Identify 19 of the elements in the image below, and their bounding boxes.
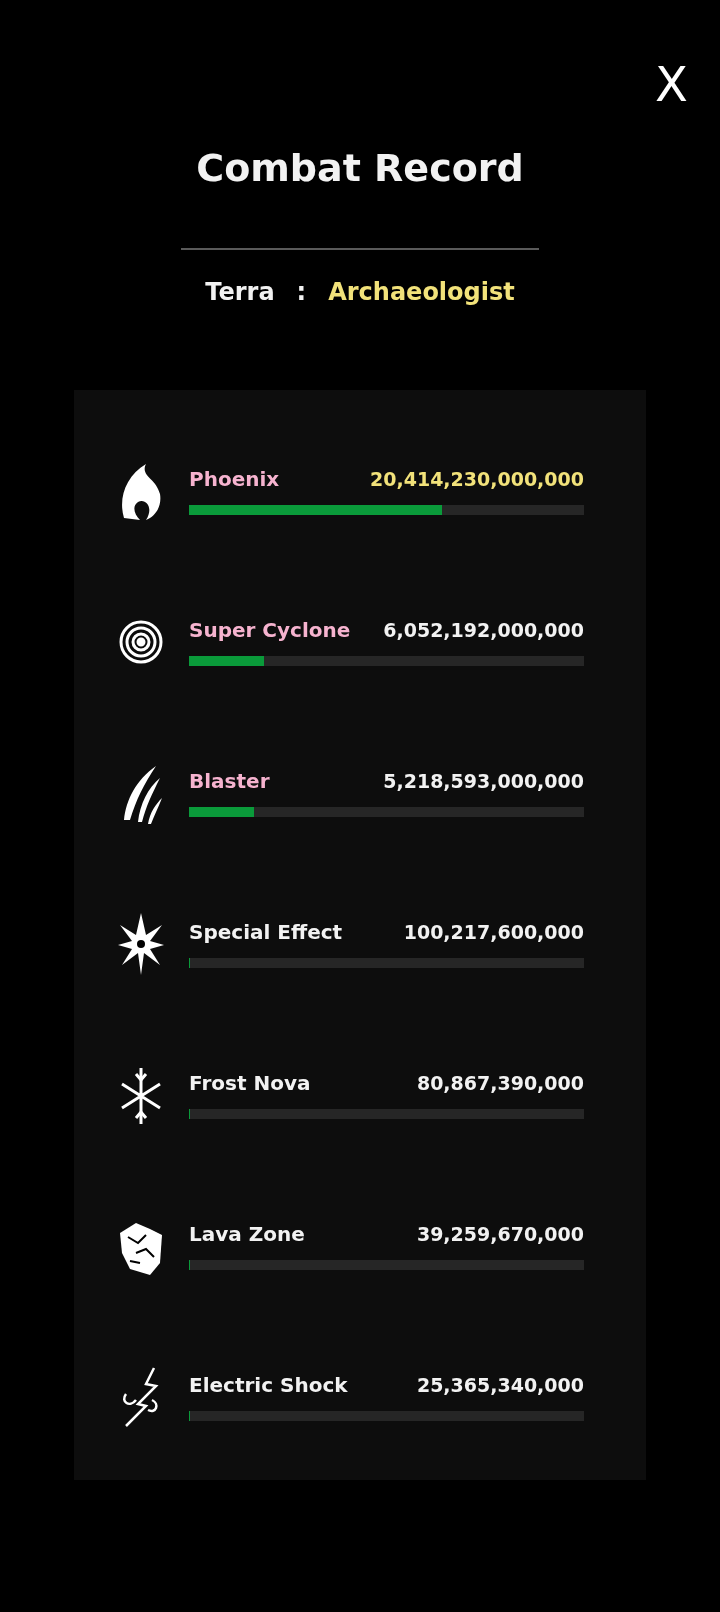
skill-name: Phoenix xyxy=(189,467,280,491)
skill-name: Super Cyclone xyxy=(189,618,351,642)
close-button[interactable]: X xyxy=(647,56,696,112)
skill-name: Blaster xyxy=(189,769,270,793)
skill-name: Frost Nova xyxy=(189,1071,311,1095)
damage-value: 6,052,192,000,000 xyxy=(383,619,584,641)
damage-value: 80,867,390,000 xyxy=(416,1072,584,1094)
damage-value: 25,365,340,000 xyxy=(416,1374,584,1396)
damage-value: 5,218,593,000,000 xyxy=(383,770,584,792)
separator: : xyxy=(296,278,307,306)
page-title: Combat Record xyxy=(196,146,524,190)
skill-name: Electric Shock xyxy=(189,1373,348,1397)
damage-value: 20,414,230,000,000 xyxy=(370,468,584,490)
skill-name: Special Effect xyxy=(189,920,343,944)
character-class: Archaeologist xyxy=(328,278,515,306)
character-name: Terra xyxy=(205,278,275,306)
skill-name: Lava Zone xyxy=(189,1222,305,1246)
damage-value: 100,217,600,000 xyxy=(403,921,584,943)
damage-value: 39,259,670,000 xyxy=(416,1223,584,1245)
